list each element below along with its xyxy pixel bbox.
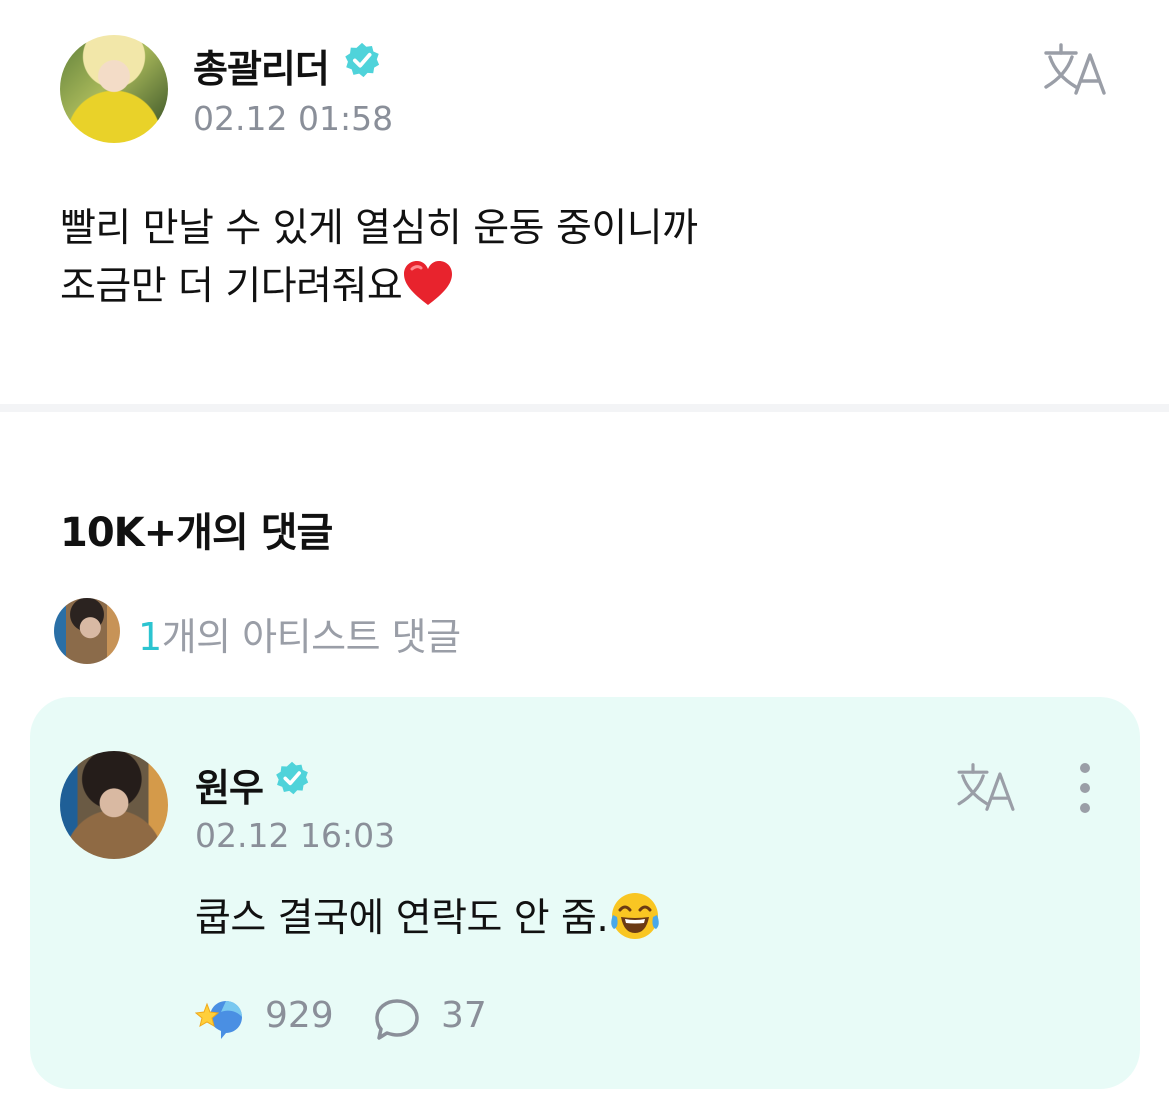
verified-badge-icon	[345, 42, 380, 78]
artist-comment-count: 1	[138, 615, 162, 659]
artist-comment-label: 1개의 아티스트 댓글	[138, 606, 461, 661]
post-body-line: 조금만 더 기다려줘요	[60, 258, 1120, 316]
tears-of-joy-icon	[611, 893, 660, 939]
translate-icon[interactable]	[1042, 41, 1108, 97]
post-header: 총괄리더 02.12 01:58	[60, 35, 1120, 145]
reply-count: 37	[441, 995, 487, 1036]
comment-author-avatar[interactable]	[60, 751, 168, 859]
vertical-dots-icon[interactable]	[1070, 761, 1100, 815]
post-body-text: 조금만 더 기다려줘요	[60, 264, 403, 309]
author-name[interactable]: 총괄리더	[193, 38, 330, 93]
comments-count-heading: 10K+개의 댓글	[60, 510, 333, 556]
comment-text: 쿱스 결국에 연락도 안 줌.	[195, 887, 662, 943]
post-body: 빨리 만날 수 있게 열심히 운동 중이니까 조금만 더 기다려줘요	[60, 200, 1120, 316]
section-divider	[0, 404, 1169, 412]
artist-avatar	[54, 598, 120, 664]
like-count: 929	[265, 995, 334, 1036]
verified-badge-icon	[276, 761, 309, 795]
artist-comment-text: 개의 아티스트 댓글	[161, 615, 461, 659]
comment-text-body: 쿱스 결국에 연락도 안 줌.	[195, 896, 609, 941]
red-heart-icon	[404, 261, 453, 305]
sparkle-like-icon[interactable]	[195, 995, 247, 1041]
translate-icon[interactable]	[954, 761, 1018, 813]
speech-bubble-icon[interactable]	[373, 997, 421, 1041]
post-body-line: 빨리 만날 수 있게 열심히 운동 중이니까	[60, 206, 698, 251]
post-timestamp: 02.12 01:58	[193, 99, 394, 138]
artist-comment-card: 원우 02.12 16:03 쿱스 결국에 연락도 안 줌. 929 37	[30, 697, 1140, 1089]
comment-timestamp: 02.12 16:03	[195, 816, 396, 855]
author-avatar[interactable]	[60, 35, 168, 143]
comment-author-name[interactable]: 원우	[195, 757, 264, 812]
